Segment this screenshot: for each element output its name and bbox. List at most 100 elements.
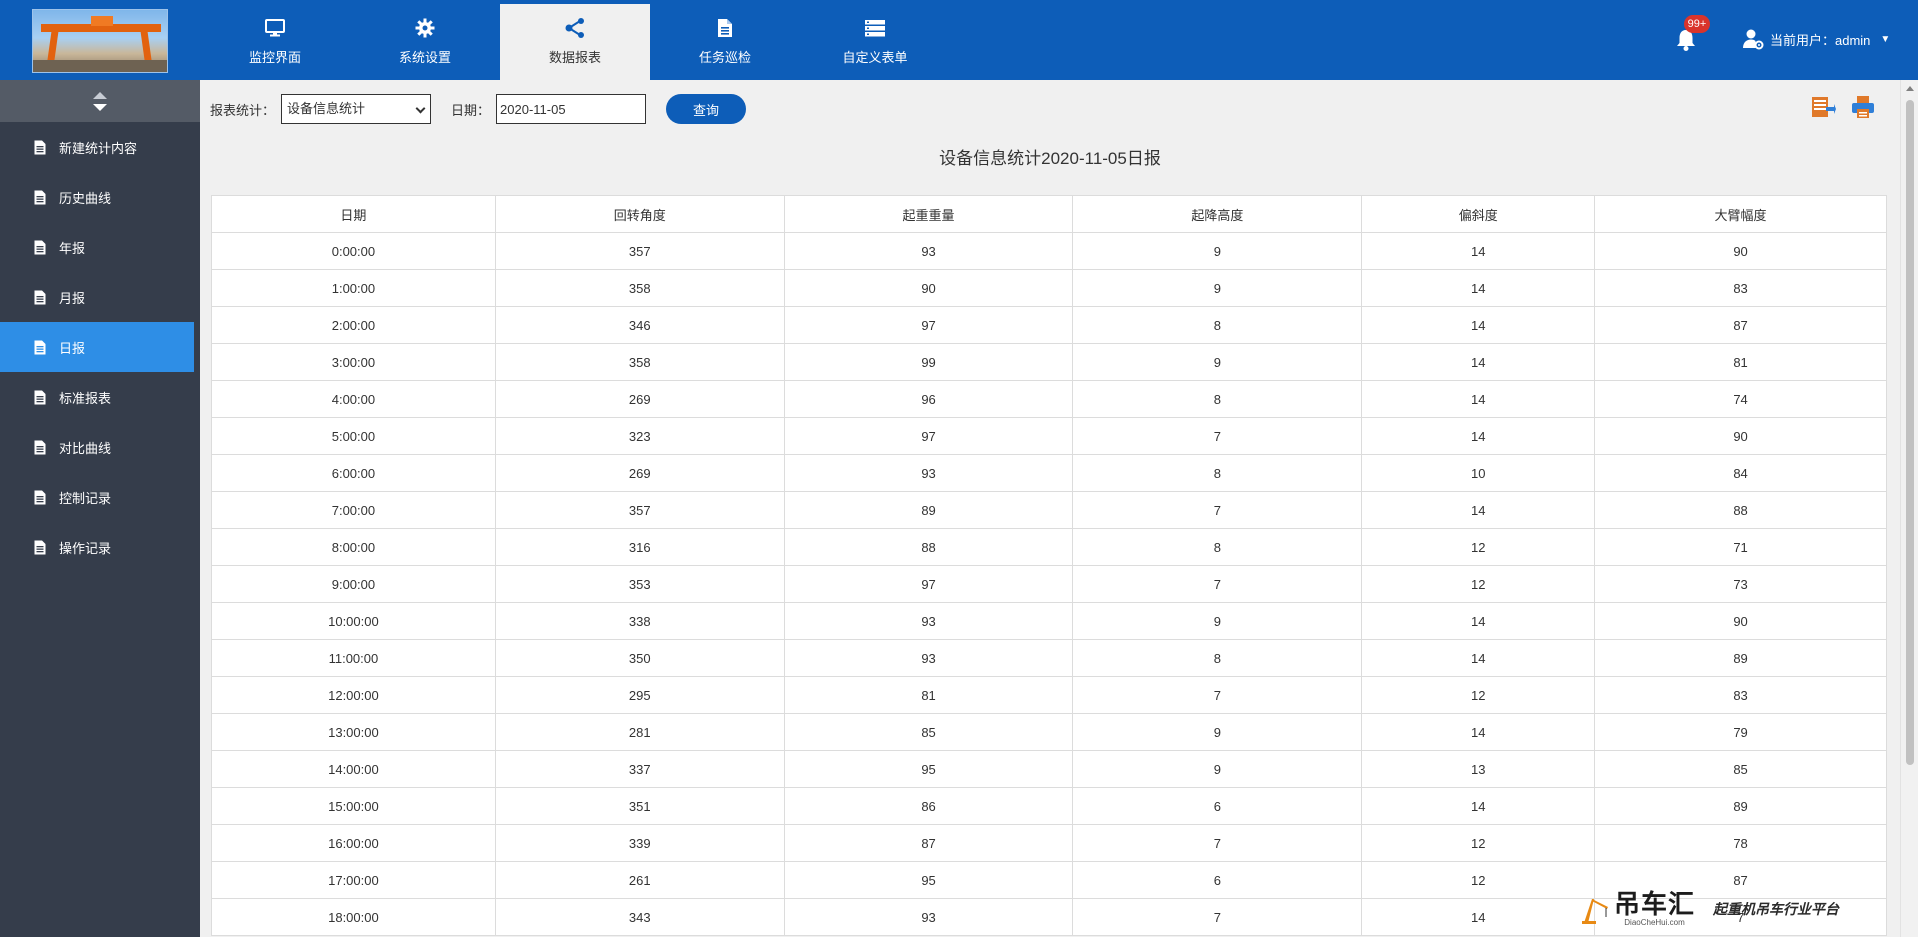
table-cell: 13:00:00 <box>211 713 496 751</box>
export-tools <box>1796 94 1876 120</box>
table-row: 13:00:00 281 85 9 14 79 <box>211 713 1887 751</box>
nav-item-settings[interactable]: 系统设置 <box>350 0 500 80</box>
table-cell: 93 <box>783 639 1074 677</box>
query-button[interactable]: 查询 <box>666 94 747 124</box>
sidebar-item-label: 新建统计内容 <box>59 140 138 156</box>
table-header-row: 日期 回转角度 起重重量 起降高度 偏斜度 大臂幅度 <box>211 195 1887 233</box>
table-cell: 88 <box>1594 491 1887 529</box>
main-content: 报表统计： 设备信息统计 日期： 查询 设备信息统计2020-11-05日报 日… <box>200 80 1900 937</box>
sidebar-item-operation-log[interactable]: 操作记录 <box>0 522 200 572</box>
sidebar-item-control-log[interactable]: 控制记录 <box>0 472 200 522</box>
table-cell: 316 <box>494 528 785 566</box>
table-cell: 14 <box>1361 713 1596 751</box>
page-scrollbar[interactable] <box>1900 80 1918 937</box>
sidebar-item-annual-report[interactable]: 年报 <box>0 222 200 272</box>
table-cell: 0:00:00 <box>211 232 496 270</box>
table-cell: 2:00:00 <box>211 306 496 344</box>
table-cell: 12 <box>1361 528 1596 566</box>
table-row: 15:00:00 351 86 6 14 89 <box>211 787 1887 825</box>
user-menu[interactable]: 当前用户：admin ▼ <box>1742 28 1890 50</box>
sidebar-item-label: 操作记录 <box>59 540 112 556</box>
table-cell: 14 <box>1361 380 1596 418</box>
table-cell: 14 <box>1361 491 1596 529</box>
table-cell: 358 <box>494 269 785 307</box>
arrow-down-icon <box>93 103 107 111</box>
table-row: 16:00:00 339 87 7 12 78 <box>211 824 1887 862</box>
table-cell: 90 <box>1594 602 1887 640</box>
sidebar-item-daily-report[interactable]: 日报 <box>0 322 194 372</box>
column-header[interactable]: 起重重量 <box>783 195 1074 233</box>
table-cell: 4:00:00 <box>211 380 496 418</box>
sidebar-item-compare-curve[interactable]: 对比曲线 <box>0 422 200 472</box>
report-type-select[interactable]: 设备信息统计 <box>281 94 432 124</box>
sidebar-item-new-statistics[interactable]: 新建统计内容 <box>0 122 200 172</box>
column-header[interactable]: 日期 <box>211 195 496 233</box>
table-cell: 8 <box>1072 639 1363 677</box>
sidebar-item-history-curve[interactable]: 历史曲线 <box>0 172 200 222</box>
table-cell: 90 <box>1594 232 1887 270</box>
table-row: 11:00:00 350 93 8 14 89 <box>211 639 1887 677</box>
table-cell: 337 <box>494 750 785 788</box>
sidebar-item-monthly-report[interactable]: 月报 <box>0 272 200 322</box>
document-icon <box>34 440 46 454</box>
nav-item-inspection[interactable]: 任务巡检 <box>650 0 800 80</box>
table-cell: 74 <box>1594 380 1887 418</box>
watermark-domain: DiaoCheHui.com <box>1624 918 1685 927</box>
crane-logo[interactable] <box>32 9 168 73</box>
nav-label: 自定义表单 <box>842 49 908 65</box>
table-cell: 269 <box>494 454 785 492</box>
server-icon <box>864 15 886 41</box>
table-cell: 9:00:00 <box>211 565 496 603</box>
table-cell: 87 <box>783 824 1074 862</box>
document-icon <box>34 190 46 204</box>
table-cell: 12 <box>1361 861 1596 899</box>
table-cell: 81 <box>783 676 1074 714</box>
date-input[interactable] <box>496 94 647 124</box>
print-icon[interactable] <box>1850 94 1876 120</box>
table-cell: 9 <box>1072 232 1363 270</box>
table-cell: 93 <box>783 898 1074 936</box>
table-cell: 84 <box>1594 454 1887 492</box>
table-cell: 14 <box>1361 269 1596 307</box>
nav-item-monitor[interactable]: 监控界面 <box>200 0 350 80</box>
table-row: 5:00:00 323 97 7 14 90 <box>211 417 1887 455</box>
table-cell: 9 <box>1072 269 1363 307</box>
table-cell: 9 <box>1072 713 1363 751</box>
export-excel-icon[interactable] <box>1810 94 1836 120</box>
table-cell: 89 <box>1594 639 1887 677</box>
table-cell: 1:00:00 <box>211 269 496 307</box>
table-cell: 269 <box>494 380 785 418</box>
column-header[interactable]: 起降高度 <box>1072 195 1363 233</box>
column-header[interactable]: 大臂幅度 <box>1594 195 1887 233</box>
document-icon <box>34 340 46 354</box>
sidebar-item-label: 对比曲线 <box>59 440 112 456</box>
table-row: 6:00:00 269 93 8 10 84 <box>211 454 1887 492</box>
scroll-up-icon[interactable] <box>1906 86 1914 91</box>
date-label: 日期： <box>451 102 491 118</box>
table-cell: 7 <box>1072 491 1363 529</box>
table-cell: 7 <box>1072 676 1363 714</box>
nav-item-reports[interactable]: 数据报表 <box>500 4 650 80</box>
table-cell: 353 <box>494 565 785 603</box>
table-cell: 350 <box>494 639 785 677</box>
table-cell: 7:00:00 <box>211 491 496 529</box>
sidebar-item-label: 年报 <box>59 240 86 256</box>
table-cell: 14 <box>1361 639 1596 677</box>
table-cell: 7 <box>1072 417 1363 455</box>
table-cell: 93 <box>783 232 1074 270</box>
table-cell: 86 <box>783 787 1074 825</box>
report-type-label: 报表统计： <box>210 102 276 118</box>
sidebar-item-standard-report[interactable]: 标准报表 <box>0 372 200 422</box>
sidebar-collapse-toggle[interactable] <box>0 80 200 122</box>
table-cell: 6:00:00 <box>211 454 496 492</box>
table-cell: 14 <box>1361 898 1596 936</box>
column-header[interactable]: 偏斜度 <box>1361 195 1596 233</box>
table-cell: 358 <box>494 343 785 381</box>
sidebar-item-label: 月报 <box>59 290 86 306</box>
nav-item-custom-form[interactable]: 自定义表单 <box>800 0 950 80</box>
table-cell: 8 <box>1072 454 1363 492</box>
scrollbar-thumb[interactable] <box>1906 100 1914 765</box>
table-cell: 95 <box>783 750 1074 788</box>
table-cell: 10:00:00 <box>211 602 496 640</box>
column-header[interactable]: 回转角度 <box>494 195 785 233</box>
